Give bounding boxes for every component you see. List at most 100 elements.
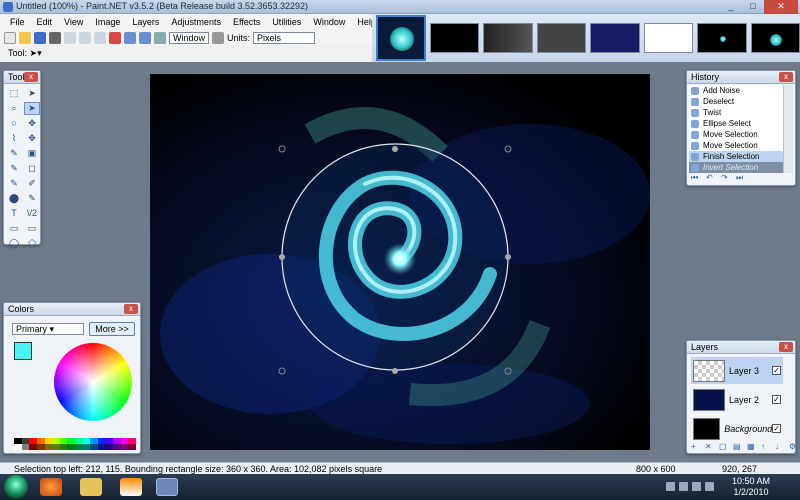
pencil-tool-icon[interactable]: ✎ [6,177,22,190]
palette-swatch[interactable] [14,444,22,450]
undo-icon[interactable]: ↶ [706,173,716,182]
vlc-taskbar-icon[interactable] [120,478,142,496]
palette-swatch[interactable] [113,444,121,450]
ellipse-select-tool-icon[interactable]: ○ [6,117,22,130]
history-item[interactable]: Move Selection [689,140,784,151]
tray-icon[interactable] [679,482,688,491]
magic-wand-tool-icon[interactable]: ⌇ [6,132,22,145]
duplicate-layer-icon[interactable]: ▢ [719,442,729,451]
add-layer-icon[interactable]: + [691,442,701,451]
palette-swatch[interactable] [29,444,37,450]
rectangle-tool-icon[interactable]: ▭ [6,222,22,235]
menu-file[interactable]: File [4,17,31,27]
save-icon[interactable] [34,32,46,44]
tools-panel-header[interactable]: Tools x [4,71,40,84]
firefox-taskbar-icon[interactable] [40,478,62,496]
folder-taskbar-icon[interactable] [80,478,102,496]
color-picker-tool-icon[interactable]: ✐ [24,177,40,190]
palette-swatch[interactable] [67,444,75,450]
cut-icon[interactable] [64,32,76,44]
tools-panel-close-button[interactable]: x [24,72,38,82]
menu-image[interactable]: Image [89,17,126,27]
colors-panel-close-button[interactable]: x [124,304,138,314]
history-item[interactable]: Ellipse Select [689,118,784,129]
recolor-tool-icon[interactable]: ✎ [24,192,40,205]
colors-panel-header[interactable]: Colors x [4,303,140,316]
paintbrush-tool-icon[interactable]: ✎ [6,162,22,175]
gradient-tool-icon[interactable]: ▣ [24,147,40,160]
eraser-tool-icon[interactable]: ◻ [24,162,40,175]
palette-swatch[interactable] [128,444,136,450]
image-thumbnail[interactable] [429,23,480,53]
layer-settings-icon[interactable]: ⚙ [789,442,799,451]
layer-row[interactable]: Background ✓ [691,415,783,442]
volume-icon[interactable] [705,482,714,491]
history-item[interactable]: Add Noise [689,85,784,96]
rewind-icon[interactable]: ⏮ [691,173,701,182]
history-item[interactable]: Twist [689,107,784,118]
freeform-shape-tool-icon[interactable]: ⬠ [24,237,40,250]
image-thumbnail[interactable] [750,23,800,53]
paint-net-taskbar-icon[interactable] [156,478,178,496]
history-item[interactable]: Move Selection [689,129,784,140]
redo-icon[interactable] [139,32,151,44]
open-file-icon[interactable] [19,32,31,44]
undo-icon[interactable] [124,32,136,44]
image-canvas[interactable] [150,74,650,450]
image-thumbnail[interactable] [536,23,587,53]
move-selection-tool-icon[interactable]: ➤ [24,102,40,115]
tray-icon[interactable] [666,482,675,491]
layer-properties-icon[interactable]: ▦ [747,442,757,451]
clone-stamp-tool-icon[interactable]: ⬤ [6,192,22,205]
history-item[interactable]: Invert Selection [689,162,784,173]
text-tool-icon[interactable]: T [6,207,22,220]
pan-tool-icon[interactable]: ✥ [24,132,40,145]
palette-swatch[interactable] [21,444,30,450]
palette-swatch[interactable] [52,444,60,450]
menu-utilities[interactable]: Utilities [266,17,307,27]
palette-swatch[interactable] [44,444,53,450]
color-wheel[interactable] [54,343,132,421]
menu-adjustments[interactable]: Adjustments [165,17,227,27]
more-colors-button[interactable]: More >> [89,322,135,336]
layer-visibility-checkbox[interactable]: ✓ [772,366,781,375]
units-select[interactable]: Pixels [253,32,316,44]
move-layer-up-icon[interactable]: ↑ [761,442,771,451]
menu-effects[interactable]: Effects [227,17,266,27]
primary-color-swatch[interactable] [14,342,32,360]
maximize-button[interactable]: □ [742,0,764,14]
layers-panel-close-button[interactable]: x [779,342,793,352]
image-thumbnail[interactable] [697,23,747,53]
layer-visibility-checkbox[interactable]: ✓ [772,395,781,404]
new-file-icon[interactable] [4,32,16,44]
menu-layers[interactable]: Layers [126,17,165,27]
minimize-button[interactable]: _ [720,0,742,14]
paste-icon[interactable] [94,32,106,44]
palette-swatch[interactable] [105,444,114,450]
clock[interactable]: 10:50 AM 1/2/2010 [732,476,770,498]
menu-edit[interactable]: Edit [31,17,59,27]
palette-swatch[interactable] [75,444,83,450]
history-panel-header[interactable]: History x [687,71,795,84]
image-thumbnail[interactable] [590,23,640,53]
palette-swatch[interactable] [36,444,45,450]
paint-bucket-tool-icon[interactable]: ✎ [6,147,22,160]
layer-visibility-checkbox[interactable]: ✓ [772,424,781,433]
crop-icon[interactable] [109,32,121,44]
palette-swatch[interactable] [59,444,68,450]
layer-row[interactable]: Layer 2 ✓ [691,386,783,413]
current-tool-icon[interactable]: ➤▾ [30,48,42,58]
fast-forward-icon[interactable]: ⏭ [736,173,746,182]
palette-swatch[interactable] [82,444,91,450]
layer-row[interactable]: Layer 3 ✓ [691,357,783,384]
image-thumbnail[interactable] [643,23,694,53]
line-curve-tool-icon[interactable]: \/2 [24,207,40,220]
lasso-tool-icon[interactable]: ⌕ [6,102,22,115]
print-icon[interactable] [49,32,61,44]
ellipse-tool-icon[interactable]: ◯ [6,237,22,250]
color-mode-select[interactable]: Primary ▾ [12,323,84,335]
merge-layer-icon[interactable]: ▤ [733,442,743,451]
tray-icon[interactable] [692,482,701,491]
menu-window[interactable]: Window [307,17,351,27]
image-thumbnail-active[interactable] [376,15,426,61]
